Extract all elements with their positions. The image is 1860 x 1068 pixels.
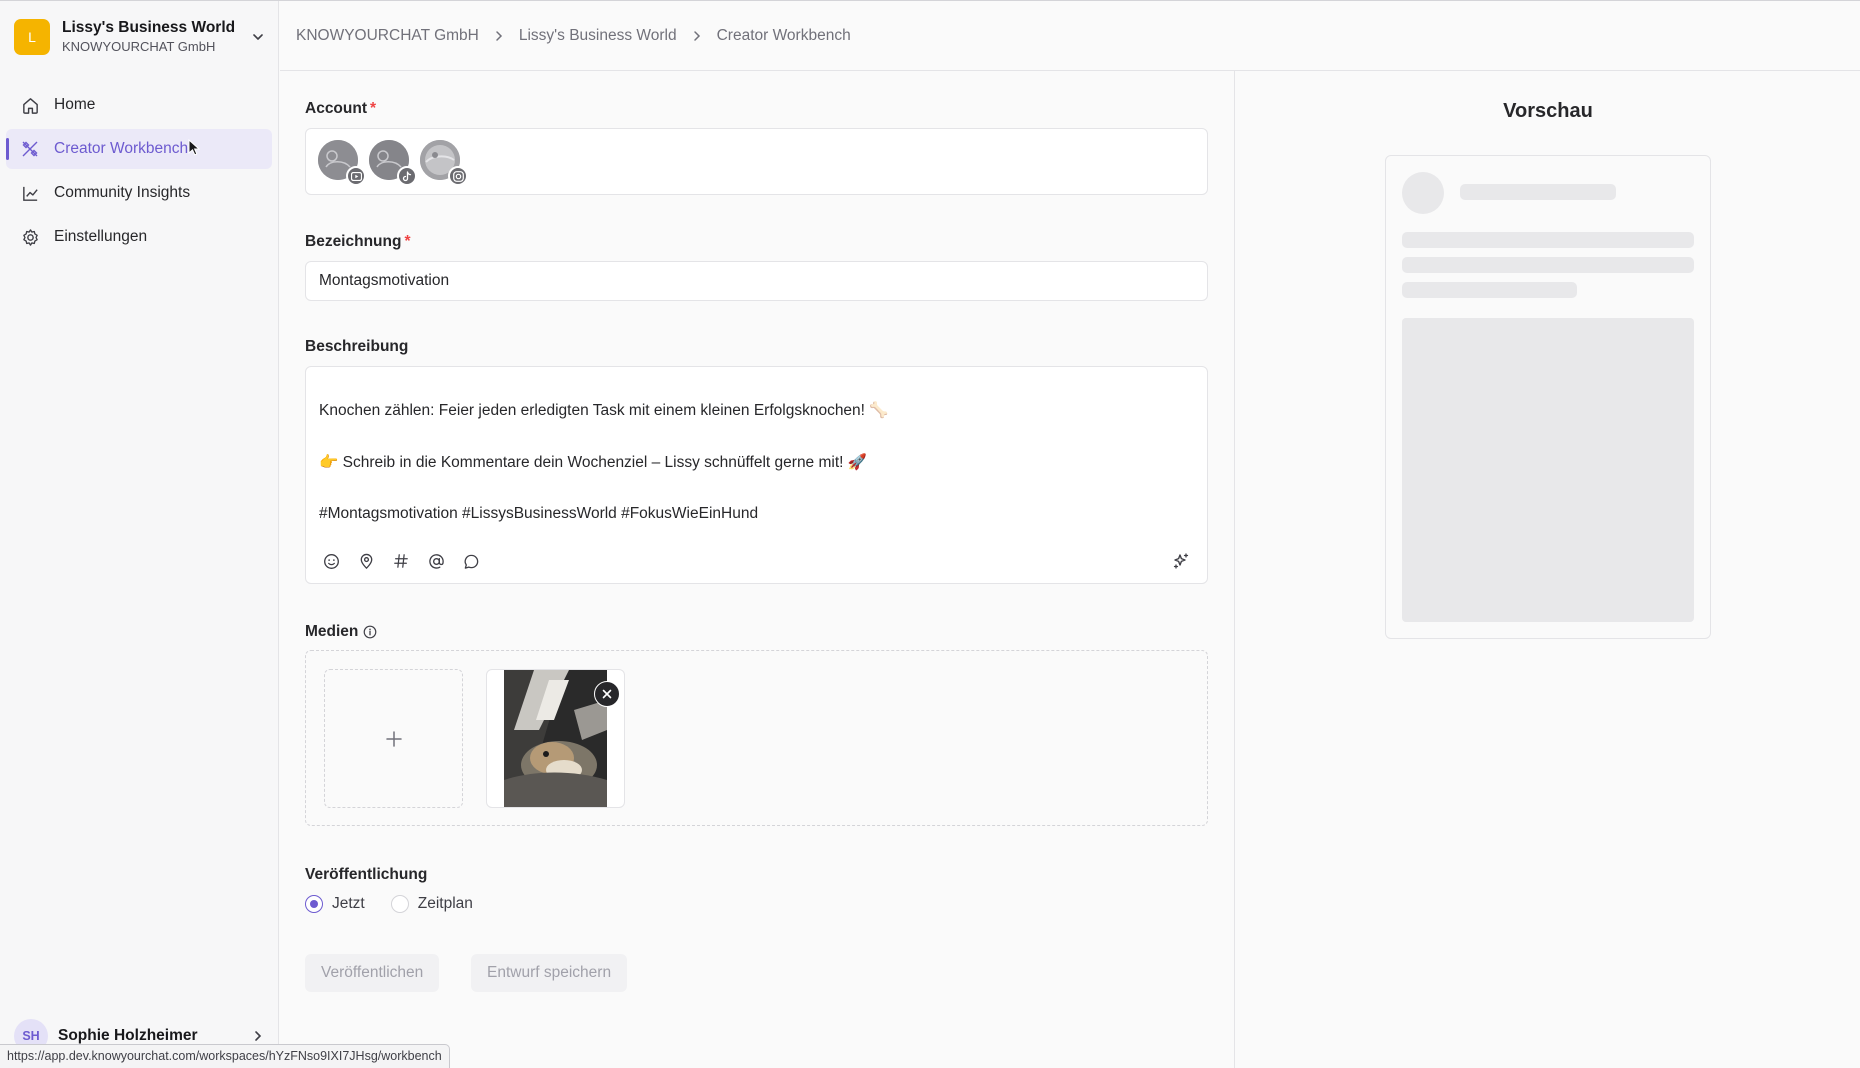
account-avatar-tiktok[interactable] [369,140,417,186]
workspace-name: Lissy's Business World [62,19,236,37]
publish-options: Jetzt Zeitplan [305,895,499,913]
skeleton-media [1402,318,1694,622]
skeleton-line [1402,257,1694,273]
sidebar-item-community-insights[interactable]: Community Insights [6,173,272,213]
save-draft-button[interactable]: Entwurf speichern [471,954,628,992]
account-selector [305,128,1208,195]
account-avatar-instagram[interactable] [420,140,468,186]
sidebar: L Lissy's Business World KNOWYOURCHAT Gm… [0,1,279,1068]
sidebar-item-label: Home [54,96,96,113]
tiktok-icon [397,166,417,186]
chart-line-icon [20,183,40,203]
description-line: 👉 Schreib in die Kommentare dein Wochenz… [319,454,868,471]
title-input-value: Montagsmotivation [319,272,450,289]
user-name: Sophie Holzheimer [58,1027,198,1044]
emoji-icon[interactable] [321,551,341,571]
preview-title: Vorschau [1503,100,1593,122]
title-label: Bezeichnung * [305,233,411,250]
sidebar-item-creator-workbench[interactable]: Creator Workbench [6,129,272,169]
location-pin-icon[interactable] [356,551,376,571]
description-line: #Montagsmotivation #LissysBusinessWorld … [319,505,759,522]
remove-media-button[interactable] [594,681,620,707]
media-label: Medien [305,623,377,641]
close-icon [602,689,612,699]
add-media-button[interactable] [324,669,463,808]
sidebar-item-einstellungen[interactable]: Einstellungen [6,217,272,257]
media-thumbnail-image [504,670,607,807]
publish-button[interactable]: Veröffentlichen [305,954,440,992]
workspace-logo: L [14,19,50,55]
workspace-switcher[interactable]: L Lissy's Business World KNOWYOURCHAT Gm… [14,17,266,57]
breadcrumb: KNOWYOURCHAT GmbH Lissy's Business World… [280,1,1860,71]
chevron-down-icon [253,34,263,40]
chevron-right-icon [255,1031,262,1041]
ai-sparkle-icon[interactable] [1171,551,1191,571]
sidebar-nav: Home Creator Workbench Community Insight… [6,85,272,261]
hashtag-icon[interactable] [391,551,411,571]
home-icon [20,95,40,115]
gear-icon [20,227,40,247]
radio-label-now[interactable]: Jetzt [332,895,365,913]
youtube-icon [346,166,366,186]
sidebar-item-label: Einstellungen [54,228,148,245]
skeleton-line [1402,232,1694,248]
chevron-right-icon [496,30,502,41]
browser-status-url: https://app.dev.knowyourchat.com/workspa… [0,1044,450,1068]
sidebar-item-home[interactable]: Home [6,85,272,125]
account-avatar-youtube[interactable] [318,140,366,186]
media-thumbnail[interactable] [486,669,625,808]
sparkle-icon [20,139,40,159]
publish-label: Veröffentlichung [305,866,428,883]
radio-publish-now[interactable] [305,895,323,913]
mention-icon[interactable] [426,551,446,571]
plus-icon [385,730,402,747]
skeleton-line [1460,184,1616,200]
workspace-company: KNOWYOURCHAT GmbH [62,39,216,54]
instagram-icon [448,166,468,186]
description-label: Beschreibung [305,338,409,355]
post-form: Account * Bezeichnung * Montagsmotivation … [280,71,1235,1068]
breadcrumb-item-workspace[interactable]: Lissy's Business World [519,27,677,45]
comment-icon[interactable] [461,551,481,571]
account-label: Account * [305,100,377,117]
skeleton-avatar [1402,172,1444,214]
preview-card-skeleton [1385,155,1711,639]
media-dropzone[interactable] [305,650,1208,826]
description-editor[interactable]: Knochen zählen: Feier jeden erledigten T… [305,366,1208,584]
breadcrumb-item-current[interactable]: Creator Workbench [717,27,851,45]
title-input[interactable]: Montagsmotivation [305,261,1208,301]
description-line: Knochen zählen: Feier jeden erledigten T… [319,402,889,419]
radio-label-schedule[interactable]: Zeitplan [418,895,473,913]
preview-panel: Vorschau [1236,71,1860,1068]
skeleton-line [1402,282,1577,298]
chevron-right-icon [693,30,700,41]
sidebar-item-label: Community Insights [54,184,191,201]
info-icon[interactable] [363,625,377,639]
mouse-cursor-icon [188,139,200,156]
radio-publish-schedule[interactable] [390,895,409,913]
breadcrumb-item-company[interactable]: KNOWYOURCHAT GmbH [296,27,479,45]
sidebar-item-label: Creator Workbench [54,140,189,157]
